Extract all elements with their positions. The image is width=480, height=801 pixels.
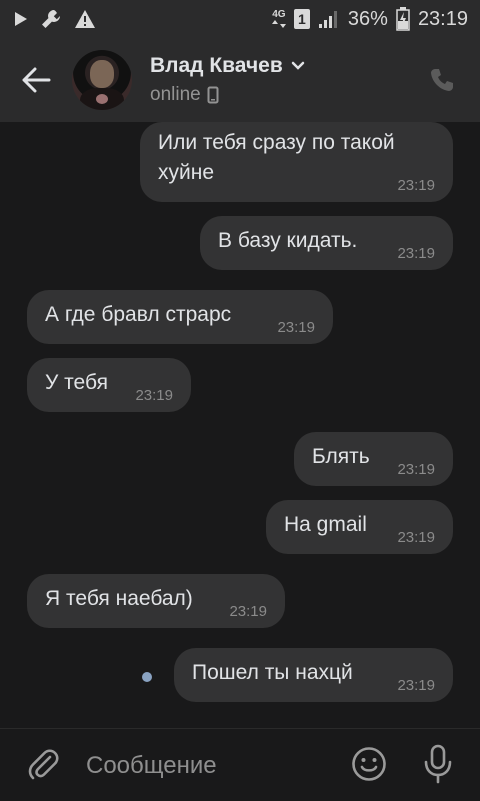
message-bubble-incoming[interactable]: Я тебя наебал) 23:19 xyxy=(27,574,285,628)
arrow-left-icon xyxy=(22,67,51,93)
message-bubble-outgoing[interactable]: Пошел ты нахцй 23:19 xyxy=(174,648,453,702)
message-time: 23:19 xyxy=(135,387,173,404)
warning-icon xyxy=(74,9,96,29)
chat-header: Влад Квачев online xyxy=(0,38,480,122)
message-time: 23:19 xyxy=(397,529,435,546)
smiley-icon xyxy=(352,747,386,781)
contact-status-text: online xyxy=(150,84,201,105)
message-time: 23:19 xyxy=(397,177,435,194)
message-list[interactable]: Или тебя сразу по такой хуйне 23:19 В ба… xyxy=(0,122,480,726)
avatar[interactable] xyxy=(72,50,132,110)
back-button[interactable] xyxy=(18,62,54,98)
contact-name-text: Влад Квачев xyxy=(150,54,283,77)
signal-icon xyxy=(318,9,340,29)
emoji-button[interactable] xyxy=(350,745,388,783)
message-text: Я тебя наебал) xyxy=(45,587,193,610)
message-text: В базу кидать. xyxy=(218,229,358,252)
play-icon xyxy=(14,11,28,27)
message-text: А где бравл страрс xyxy=(45,303,232,326)
composer xyxy=(0,728,480,801)
unread-indicator xyxy=(142,672,152,682)
message-text: На gmail xyxy=(284,513,367,536)
message-text: У тебя xyxy=(45,371,108,394)
4g-icon: 4G xyxy=(271,10,286,28)
battery-percent: 36% xyxy=(347,7,388,30)
battery-charging-icon xyxy=(396,7,410,31)
status-time: 23:19 xyxy=(417,7,468,30)
message-time: 23:19 xyxy=(277,319,315,336)
message-bubble-outgoing[interactable]: В базу кидать. 23:19 xyxy=(200,216,453,270)
message-time: 23:19 xyxy=(397,461,435,478)
message-text: Блять xyxy=(312,445,370,468)
paperclip-icon xyxy=(28,749,59,780)
message-bubble-outgoing[interactable]: На gmail 23:19 xyxy=(266,500,453,554)
message-bubble-outgoing[interactable]: Блять 23:19 xyxy=(294,432,453,486)
phone-icon xyxy=(431,69,453,91)
message-time: 23:19 xyxy=(397,677,435,694)
mobile-device-icon xyxy=(207,86,219,104)
contact-status: online xyxy=(150,84,219,106)
message-bubble-incoming[interactable]: У тебя 23:19 xyxy=(27,358,191,412)
sim-1-icon: 1 xyxy=(293,9,310,29)
contact-name[interactable]: Влад Квачев xyxy=(150,54,305,78)
message-input[interactable] xyxy=(84,745,338,787)
wrench-icon xyxy=(40,8,62,30)
message-bubble-outgoing[interactable]: Или тебя сразу по такой хуйне 23:19 xyxy=(140,122,453,202)
microphone-icon xyxy=(424,744,452,784)
message-time: 23:19 xyxy=(397,245,435,262)
call-button[interactable] xyxy=(426,64,458,96)
attach-button[interactable] xyxy=(24,745,62,783)
status-bar: 4G 1 36% 23:19 xyxy=(0,0,480,38)
message-text: Пошел ты нахцй xyxy=(192,661,353,684)
voice-message-button[interactable] xyxy=(418,743,458,785)
message-time: 23:19 xyxy=(229,603,267,620)
chevron-down-icon xyxy=(291,61,304,70)
message-bubble-incoming[interactable]: А где бравл страрс 23:19 xyxy=(27,290,333,344)
